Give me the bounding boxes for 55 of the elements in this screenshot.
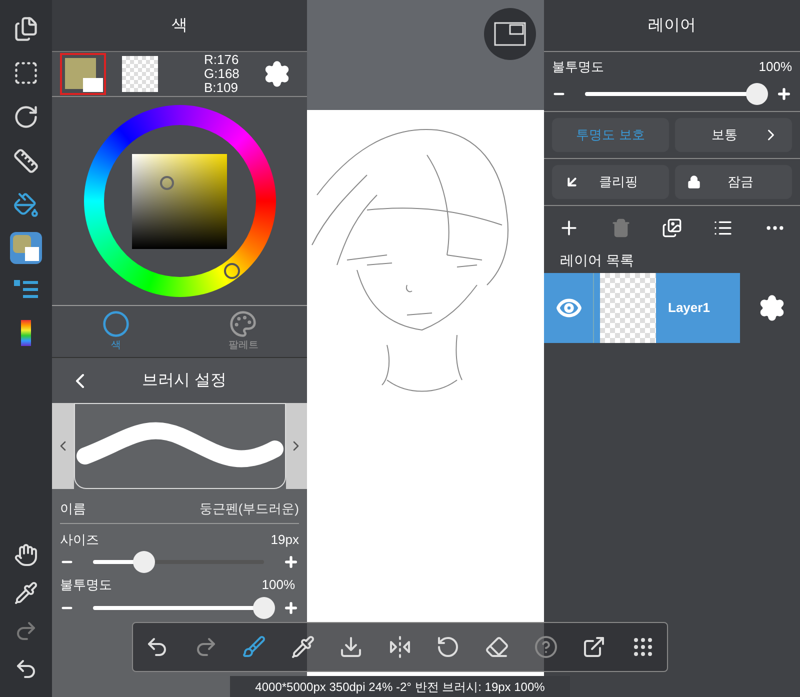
lock-icon — [687, 174, 701, 188]
protect-alpha-button[interactable]: 투명도 보호 — [552, 118, 669, 152]
opacity-value: 100% — [262, 576, 295, 594]
opacity-value: 100% — [758, 58, 792, 76]
plus-icon[interactable] — [776, 86, 792, 102]
panel-title: 색 — [172, 16, 188, 36]
plus-icon[interactable] — [283, 554, 299, 570]
slider-thumb[interactable] — [133, 551, 156, 573]
panel-tab[interactable]: 팔레트 — [180, 306, 307, 357]
flip-icon[interactable] — [388, 635, 412, 659]
opacity-label: 불투명도 — [552, 58, 604, 76]
brush-name-field[interactable]: 둥근펜(부드러운) — [199, 499, 299, 518]
eyedropper-icon[interactable] — [14, 581, 38, 605]
color-picker-handle[interactable] — [160, 176, 174, 190]
panel-tab[interactable]: 색 — [52, 306, 180, 357]
field-label: 불투명도 — [60, 576, 112, 594]
window-toggle-button[interactable] — [484, 8, 536, 60]
list-title: 레이어 목록 — [559, 250, 635, 270]
lock-button[interactable]: 잠금 — [675, 164, 792, 198]
palette-icon — [229, 310, 258, 338]
export-icon[interactable] — [582, 635, 606, 659]
rotate-icon[interactable] — [436, 635, 460, 659]
hue-handle[interactable] — [224, 263, 240, 279]
rgb-value: G:168 — [204, 67, 240, 81]
panel-title: 레이어 — [648, 16, 696, 36]
layer-name: Layer1 — [668, 298, 710, 317]
brush-icon[interactable] — [242, 635, 266, 659]
blend-mode-button[interactable]: 보통 — [675, 118, 792, 152]
saturation-square[interactable] — [132, 154, 227, 248]
images-icon[interactable] — [662, 218, 682, 238]
eyedropper-icon[interactable] — [290, 635, 315, 659]
layer-thumbnail — [600, 272, 656, 342]
plus-icon[interactable] — [283, 600, 299, 616]
slider-thumb[interactable] — [746, 82, 768, 104]
undo-icon[interactable] — [14, 657, 38, 681]
status-text: 4000*5000px 350dpi 24% -2° 반전 브러시: 19px 100% — [255, 678, 545, 696]
window-icon — [494, 22, 526, 46]
size-value: 19px — [270, 530, 299, 549]
rgb-value: R:176 — [204, 53, 240, 67]
help-icon[interactable] — [534, 635, 558, 659]
color-tool[interactable] — [10, 232, 42, 264]
color-swatch[interactable] — [60, 53, 106, 95]
eraser-icon[interactable] — [484, 635, 509, 659]
clipping-button[interactable]: 클리핑 — [552, 164, 669, 198]
field-label: 사이즈 — [60, 530, 99, 548]
layer-row[interactable]: Layer1 — [544, 272, 740, 342]
field-label: 이름 — [60, 500, 86, 518]
slider-thumb[interactable] — [253, 596, 275, 618]
redo-icon[interactable] — [14, 619, 38, 643]
download-icon[interactable] — [339, 635, 364, 659]
sub-color-swatch[interactable] — [122, 56, 158, 92]
hand-icon[interactable] — [14, 543, 38, 567]
rgb-value: B:109 — [204, 81, 239, 95]
color-icon — [102, 310, 130, 338]
panel-title: 브러시 설정 — [142, 370, 226, 390]
